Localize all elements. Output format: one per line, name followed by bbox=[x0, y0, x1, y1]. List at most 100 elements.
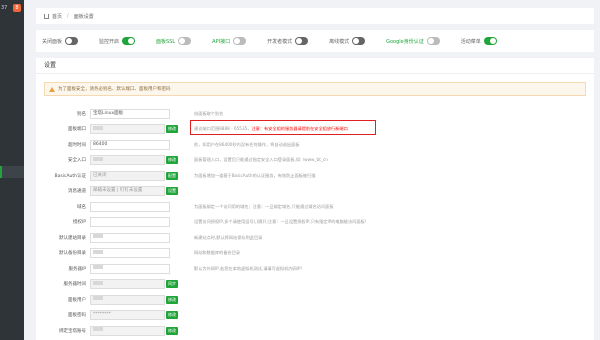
setting-input[interactable] bbox=[90, 325, 165, 336]
toggle-switch[interactable] bbox=[483, 37, 497, 45]
setting-button[interactable]: 修改 bbox=[166, 125, 178, 134]
toggle-group: Google身份认证 bbox=[386, 37, 440, 45]
toggle-group: 开发者模式 bbox=[267, 37, 309, 45]
setting-label: 面板端口 bbox=[68, 127, 86, 133]
setting-description-text: 默认为外网IP,若您在本地虚拟机测试,请填写虚拟机内网IP! bbox=[194, 265, 303, 271]
setting-input[interactable] bbox=[90, 217, 170, 228]
setting-description-text: 新建站点时,默认将网站保存到此目录 bbox=[194, 234, 263, 240]
toggle-label: Google身份认证 bbox=[386, 38, 424, 45]
setting-input[interactable] bbox=[90, 155, 165, 166]
breadcrumb-home[interactable]: 首页 bbox=[52, 13, 62, 20]
setting-input[interactable] bbox=[90, 279, 165, 290]
setting-input[interactable]: 邮箱未设置 | 钉钉未设置 bbox=[90, 186, 165, 197]
setting-description-text: 给面板取个别名 bbox=[194, 110, 224, 116]
toggle-label: 面板SSL bbox=[156, 38, 176, 45]
main-content: 首页 / 面板设置 关闭面板 监控开启 面板SSL API接口 开发者模式 离线模式 Goo… bbox=[24, 0, 600, 340]
toggle-group: API接口 bbox=[212, 37, 247, 45]
setting-description: 为面板绑定一个访问用的域名；注意：一旦绑定域名,只能通过域名访问面板 bbox=[194, 204, 334, 210]
setting-button[interactable]: 修改 bbox=[166, 156, 178, 165]
toggle-switch[interactable] bbox=[178, 37, 192, 45]
setting-description: 给面板取个别名 bbox=[194, 111, 223, 117]
breadcrumb: 首页 / 面板设置 bbox=[36, 8, 594, 24]
setting-description-text: 网站和数据库的备份目录 bbox=[194, 250, 241, 256]
setting-row: 域名 为面板绑定一个访问用的域名；注意：一旦绑定域名,只能通过域名访问面板 bbox=[36, 199, 594, 215]
setting-row: 默认备份目录 网站和数据库的备份目录 bbox=[36, 246, 594, 262]
redacted-value bbox=[93, 327, 103, 332]
setting-description: 网站和数据库的备份目录 bbox=[194, 250, 240, 256]
toggle-label: API接口 bbox=[212, 38, 231, 45]
setting-row: 消息通道 邮箱未设置 | 钉钉未设置 设置 bbox=[36, 184, 594, 200]
security-tip: 为了面板安全，请务必别名、默认端口、面板用户和密码 bbox=[44, 82, 586, 96]
setting-input[interactable]: 宝塔Linux面板 bbox=[90, 108, 170, 119]
toggle-switch[interactable] bbox=[233, 37, 247, 45]
setting-label: 默认备份目录 bbox=[59, 251, 86, 257]
redacted-value bbox=[93, 125, 103, 130]
setting-input[interactable] bbox=[90, 263, 170, 274]
toggle-group: 离线模式 bbox=[329, 37, 366, 45]
setting-description-text: 为面板增加一道基于BasicAuth的认证服务，有效防止面板被扫描 bbox=[194, 172, 316, 178]
setting-row: 服务器IP 默认为外网IP,若您在本地虚拟机测试,请填写虚拟机内网IP! bbox=[36, 261, 594, 277]
setting-input[interactable]: 86400 bbox=[90, 139, 170, 150]
setting-input[interactable]: 已关闭 bbox=[90, 170, 165, 181]
setting-row: 面板密码 ******** 修改 bbox=[36, 308, 594, 324]
toggle-bar: 关闭面板 监控开启 面板SSL API接口 开发者模式 离线模式 Google身份认证 活动菜… bbox=[36, 30, 594, 52]
setting-label: 面板用户 bbox=[68, 297, 86, 303]
setting-input[interactable] bbox=[90, 232, 170, 243]
setting-label: 授权IP bbox=[72, 220, 86, 226]
setting-description: 为面板增加一道基于BasicAuth的认证服务，有效防止面板被扫描 bbox=[194, 173, 315, 179]
toggle-label: 关闭面板 bbox=[42, 38, 63, 45]
toggle-switch[interactable] bbox=[295, 37, 309, 45]
sidebar-item-settings[interactable] bbox=[0, 166, 24, 178]
toggle-group: 面板SSL bbox=[156, 37, 192, 45]
setting-label: 服务器IP bbox=[68, 266, 86, 272]
redacted-value bbox=[93, 249, 103, 254]
toggle-switch[interactable] bbox=[65, 37, 79, 45]
setting-description: 面板管理入口，设置后只能通过指定安全入口登录面板,如: /www_bt_cn bbox=[194, 157, 328, 163]
toggle-switch[interactable] bbox=[122, 37, 136, 45]
breadcrumb-current: 面板设置 bbox=[73, 13, 94, 20]
warning-icon bbox=[49, 86, 55, 92]
toggle-group: 关闭面板 bbox=[42, 37, 79, 45]
setting-input[interactable] bbox=[90, 294, 165, 305]
setting-input[interactable] bbox=[90, 124, 165, 135]
setting-input[interactable]: ******** bbox=[90, 310, 165, 321]
setting-input[interactable] bbox=[90, 248, 170, 259]
setting-row: 绑定宝塔账号 修改 bbox=[36, 323, 594, 339]
setting-description-text: 秒，如用户在86400秒内没有任何操作，将自动退出面板 bbox=[194, 141, 300, 147]
setting-description: 设置访问授权IP,多个请使用逗号(,)隔开;注意：一旦设置授权IP,只有指定IP… bbox=[194, 219, 366, 225]
redacted-value bbox=[93, 265, 103, 270]
toggle-label: 开发者模式 bbox=[267, 38, 293, 45]
notification-badge[interactable]: 8 bbox=[13, 4, 21, 12]
home-icon bbox=[44, 13, 49, 19]
redacted-value bbox=[93, 280, 103, 285]
setting-label: BasicAuth认证 bbox=[54, 173, 86, 179]
toggle-switch[interactable] bbox=[352, 37, 366, 45]
setting-label: 超时时间 bbox=[68, 142, 86, 148]
setting-description-text: 设置访问授权IP,多个请使用逗号(,)隔开;注意：一旦设置授权IP,只有指定IP… bbox=[194, 219, 367, 225]
setting-input[interactable] bbox=[90, 201, 170, 212]
setting-label: 消息通道 bbox=[68, 189, 86, 195]
toggle-switch[interactable] bbox=[426, 37, 440, 45]
toggle-label: 离线模式 bbox=[329, 38, 350, 45]
setting-label: 默认建站目录 bbox=[59, 235, 86, 241]
setting-button[interactable]: 配置 bbox=[166, 171, 178, 180]
setting-row: 授权IP 设置访问授权IP,多个请使用逗号(,)隔开;注意：一旦设置授权IP,只有… bbox=[36, 215, 594, 231]
setting-row: 服务器时间 同步 bbox=[36, 277, 594, 293]
settings-rows: 别名 宝塔Linux面板 给面板取个别名 面板端口 修改 建议端口范围8888 - 655… bbox=[36, 106, 594, 339]
setting-description-text: 面板管理入口，设置后只能通过指定安全入口登录面板,如: /www_bt_cn bbox=[194, 157, 328, 163]
security-tip-text: 为了面板安全，请务必别名、默认端口、面板用户和密码 bbox=[58, 87, 171, 92]
setting-button[interactable]: 设置 bbox=[166, 187, 178, 196]
setting-button[interactable]: 修改 bbox=[166, 311, 178, 320]
toggle-group: 监控开启 bbox=[99, 37, 136, 45]
setting-row: 面板用户 修改 bbox=[36, 292, 594, 308]
setting-label: 别名 bbox=[77, 111, 86, 117]
toggle-group: 活动菜单 bbox=[461, 37, 497, 45]
highlight-box bbox=[190, 120, 376, 135]
setting-description: 新建站点时,默认将网站保存到此目录 bbox=[194, 235, 262, 241]
setting-button[interactable]: 修改 bbox=[166, 326, 178, 335]
setting-button[interactable]: 修改 bbox=[166, 295, 178, 304]
setting-row: 安全入口 修改 面板管理入口，设置后只能通过指定安全入口登录面板,如: /www_b… bbox=[36, 153, 594, 169]
setting-row: 超时时间 86400 秒，如用户在86400秒内没有任何操作，将自动退出面板 bbox=[36, 137, 594, 153]
setting-label: 域名 bbox=[77, 204, 86, 210]
setting-button[interactable]: 同步 bbox=[166, 280, 178, 289]
